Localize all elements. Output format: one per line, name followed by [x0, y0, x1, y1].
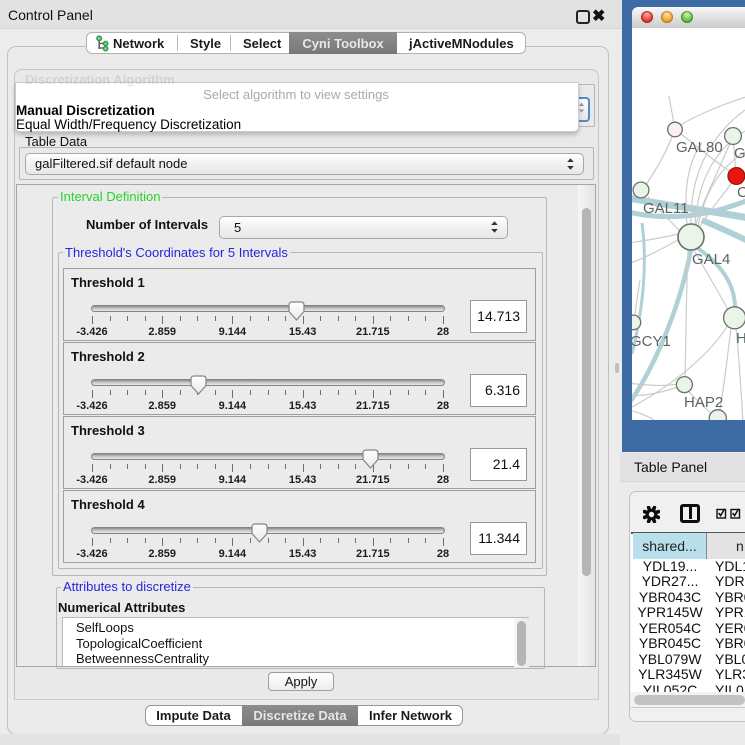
svg-text:C: C	[737, 184, 745, 201]
svg-text:GAL11: GAL11	[643, 200, 689, 217]
svg-text:H: H	[736, 330, 745, 347]
svg-text:GAL80: GAL80	[676, 139, 723, 156]
svg-text:GA: GA	[734, 145, 745, 162]
svg-text:GAL4: GAL4	[692, 251, 730, 268]
svg-text:HAP2: HAP2	[684, 394, 723, 411]
svg-text:GCY1: GCY1	[632, 333, 671, 350]
